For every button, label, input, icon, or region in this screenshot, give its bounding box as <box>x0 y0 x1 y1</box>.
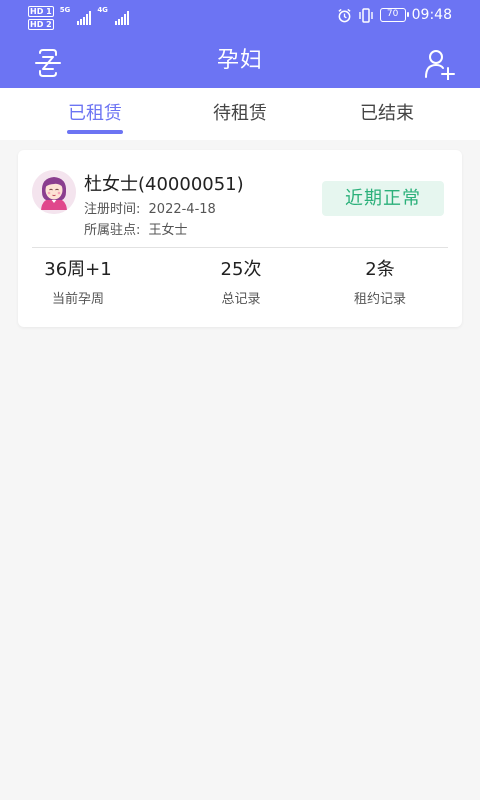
net1-label: 5G <box>59 6 71 14</box>
card-divider <box>32 247 448 248</box>
register-value: 2022-4-18 <box>148 202 216 217</box>
status-left: HD 1 HD 2 5G 4G <box>28 6 129 30</box>
station-row: 所属驻点: 王女士 <box>84 219 188 238</box>
stat-value: 25次 <box>220 259 262 280</box>
station-label: 所属驻点: <box>84 223 141 238</box>
app-header: HD 1 HD 2 5G 4G 70 09:48 孕妇 <box>0 0 480 88</box>
clock: 09:48 <box>411 7 452 23</box>
stat-total-records: 25次 总记录 <box>181 258 301 307</box>
patient-card[interactable]: 杜女士(40000051) 注册时间: 2022-4-18 所属驻点: 王女士 … <box>18 150 462 327</box>
alarm-icon <box>338 8 351 22</box>
woman-avatar-icon <box>32 170 76 214</box>
battery-icon: 70 <box>379 8 409 22</box>
stat-label: 当前孕周 <box>51 292 104 307</box>
stat-value: 2条 <box>365 259 395 280</box>
avatar <box>32 170 76 214</box>
tab-pending[interactable]: 待租赁 <box>180 88 300 140</box>
tab-indicator <box>67 130 123 134</box>
hd2-badge: HD 2 <box>28 19 54 30</box>
status-right: 70 09:48 <box>337 7 452 23</box>
signal-icon <box>77 11 92 25</box>
tab-ended[interactable]: 已结束 <box>327 88 447 140</box>
hd1-badge: HD 1 <box>28 6 54 17</box>
page-title: 孕妇 <box>216 48 263 73</box>
register-time-row: 注册时间: 2022-4-18 <box>84 198 216 217</box>
stat-pregnancy-week: 36周+1 当前孕周 <box>18 258 138 307</box>
status-bar: HD 1 HD 2 5G 4G 70 09:48 <box>0 0 480 32</box>
vibrate-icon <box>358 7 373 23</box>
patient-name: 杜女士(40000051) <box>84 174 244 195</box>
status-badge: 近期正常 <box>322 181 444 216</box>
stat-label: 租约记录 <box>353 292 406 307</box>
add-user-icon[interactable] <box>424 48 456 80</box>
signal-icon-2 <box>114 11 129 25</box>
net2-label: 4G <box>97 6 108 14</box>
station-value: 王女士 <box>148 223 188 238</box>
register-label: 注册时间: <box>84 202 141 217</box>
hd-indicators: HD 1 HD 2 <box>28 6 54 30</box>
stat-value: 36周+1 <box>44 259 112 280</box>
stat-lease-records: 2条 租约记录 <box>320 258 440 307</box>
stat-label: 总记录 <box>221 292 261 307</box>
